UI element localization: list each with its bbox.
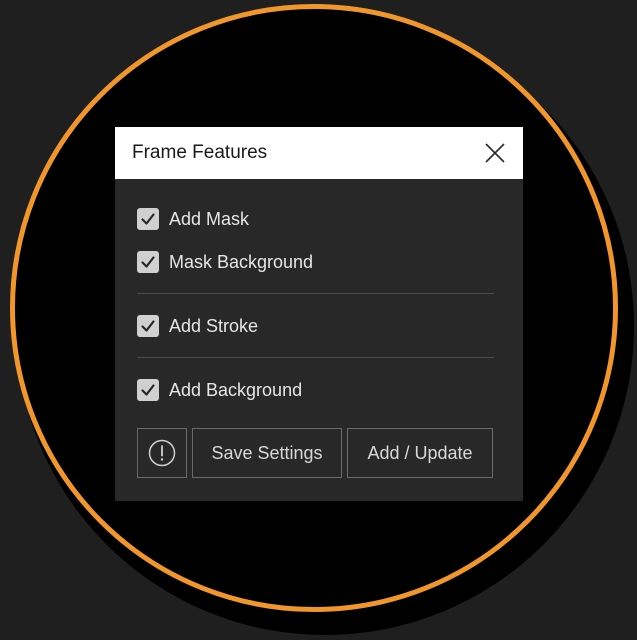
checkmark-icon	[141, 384, 155, 396]
add-mask-label: Add Mask	[169, 208, 250, 229]
frame-features-dialog: Frame Features Add Mask Mask Background …	[115, 127, 523, 501]
add-background-label: Add Background	[169, 379, 303, 400]
add-mask-checkbox[interactable]	[137, 208, 159, 230]
option-add-mask[interactable]: Add Mask	[137, 205, 494, 233]
action-buttons: Save Settings Add / Update	[137, 428, 494, 478]
divider	[137, 293, 494, 294]
checkmark-icon	[141, 256, 155, 268]
add-stroke-label: Add Stroke	[169, 315, 259, 336]
info-icon	[148, 439, 176, 467]
option-add-background[interactable]: Add Background	[137, 376, 494, 404]
checkmark-icon	[141, 320, 155, 332]
checkmark-icon	[141, 213, 155, 225]
divider	[137, 357, 494, 358]
dialog-header: Frame Features	[115, 127, 523, 179]
add-background-checkbox[interactable]	[137, 379, 159, 401]
close-button[interactable]	[483, 141, 507, 165]
mask-background-label: Mask Background	[169, 251, 314, 272]
option-mask-background[interactable]: Mask Background	[137, 248, 494, 276]
info-button[interactable]	[137, 428, 187, 478]
mask-background-checkbox[interactable]	[137, 251, 159, 273]
dialog-body: Add Mask Mask Background Add Stroke Add …	[115, 179, 523, 478]
add-stroke-checkbox[interactable]	[137, 315, 159, 337]
close-icon	[485, 143, 505, 163]
option-add-stroke[interactable]: Add Stroke	[137, 312, 494, 340]
save-settings-button[interactable]: Save Settings	[192, 428, 342, 478]
dialog-title: Frame Features	[132, 142, 268, 163]
add-update-button[interactable]: Add / Update	[347, 428, 493, 478]
